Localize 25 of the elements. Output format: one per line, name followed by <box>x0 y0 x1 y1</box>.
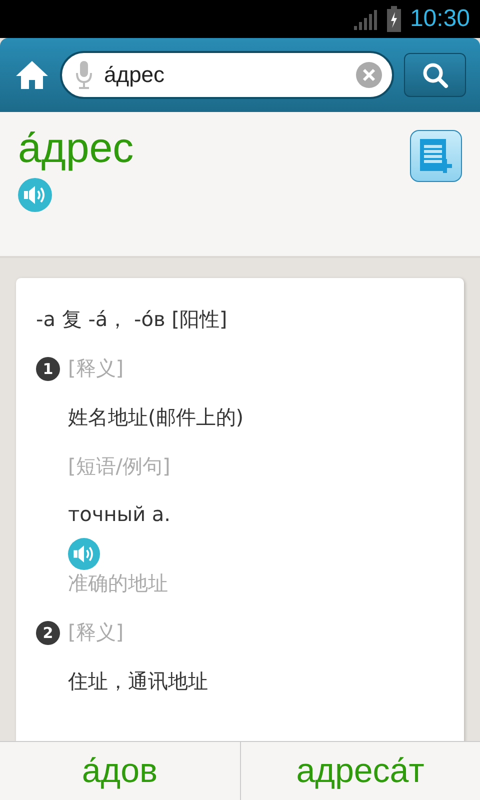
clear-icon[interactable] <box>356 62 382 88</box>
sense-gloss: 姓名地址(邮件上的) <box>68 404 244 431</box>
search-icon <box>421 61 449 89</box>
search-input[interactable]: а́дрес <box>102 61 346 89</box>
home-icon <box>15 59 49 91</box>
grammar-info: -а 复 -а́， -о́в [阳性] <box>36 306 228 333</box>
speaker-icon[interactable] <box>18 178 52 212</box>
examples-label: [短语/例句] <box>68 453 170 480</box>
sense-number: 1 <box>36 356 60 380</box>
headword: а́дрес <box>18 123 134 173</box>
search-bar[interactable]: а́дрес <box>60 51 394 99</box>
sense-gloss: 住址，通讯地址 <box>68 668 208 695</box>
example-translation: 准确的地址 <box>68 570 168 597</box>
sense-label: [释义] <box>68 619 124 646</box>
sense-number: 2 <box>36 620 60 644</box>
microphone-icon[interactable] <box>76 60 92 90</box>
clock-time: 10:30 <box>410 5 470 33</box>
example-text: точный а. <box>68 502 171 526</box>
add-to-wordlist-button[interactable] <box>410 130 462 182</box>
search-button[interactable] <box>404 53 466 97</box>
signal-icon <box>354 8 378 30</box>
battery-icon <box>386 6 402 32</box>
wordlist-add-icon <box>418 137 454 175</box>
sense-label: [释义] <box>68 355 124 382</box>
speaker-icon[interactable] <box>68 538 100 570</box>
